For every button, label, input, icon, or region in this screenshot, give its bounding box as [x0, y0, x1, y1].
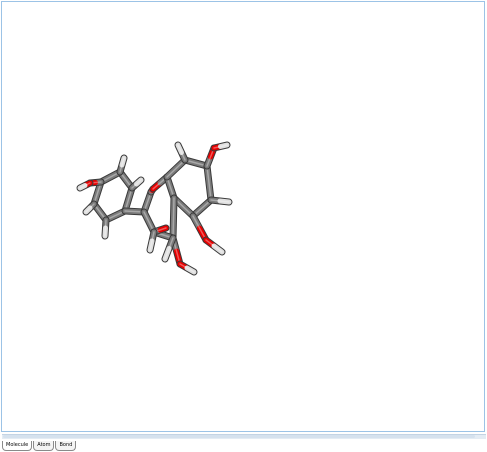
- molecule-3d-render[interactable]: [2, 2, 486, 433]
- viewer-tab-bar: Molecule Atom Bond: [2, 441, 77, 452]
- tab-bond[interactable]: Bond: [55, 441, 77, 451]
- bond-highlight: [192, 199, 212, 217]
- tab-atom[interactable]: Atom: [33, 441, 55, 451]
- bond-highlight: [104, 219, 107, 237]
- scrollbar-thumb[interactable]: [3, 435, 475, 438]
- bond-highlight: [172, 197, 175, 239]
- tab-molecule[interactable]: Molecule: [2, 441, 33, 451]
- molecule-viewer[interactable]: [1, 1, 485, 432]
- horizontal-scrollbar[interactable]: [2, 434, 486, 439]
- bond-highlight: [166, 159, 186, 178]
- bond-highlight: [192, 215, 207, 241]
